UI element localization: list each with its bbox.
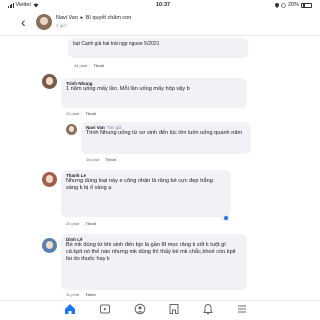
signal-icon xyxy=(8,3,14,8)
comment-text: 1 năm uống mấy lần. Mỗi lần uống mấy hộp… xyxy=(66,86,190,92)
menu-icon[interactable] xyxy=(236,303,248,315)
post-subtitle: 2 giờ · xyxy=(56,23,69,28)
header-title[interactable]: Navi Van ▸ Bí quyết chăm con xyxy=(56,15,131,21)
reaction-like-icon[interactable] xyxy=(222,214,229,221)
like-button[interactable]: Thích xyxy=(93,63,104,68)
avatar[interactable] xyxy=(42,172,57,187)
comment-bubble[interactable]: Thanh Le Nhưng dùng loại này e công nhận… xyxy=(61,170,231,217)
comment-bubble[interactable]: Navi Van Tác giả Trinh Nhung uống từ sơ s… xyxy=(81,122,251,154)
comment-text: Trinh Nhung uống từ sơ sinh đến lúc lớn … xyxy=(86,130,243,136)
notifications-icon[interactable] xyxy=(202,303,214,315)
status-bar: Viettel 10:37 20% xyxy=(8,0,312,10)
comment-bubble[interactable]: bạt Cạnh giá hai trái ngp nguoe 5/2021 xyxy=(68,38,248,58)
comment-text: Nhưng dùng loại này e công nhận là răng … xyxy=(66,178,213,192)
like-button[interactable]: Thích xyxy=(85,292,96,297)
comment-meta: 22 phút Thích xyxy=(66,111,96,116)
page-name[interactable]: Navi Van xyxy=(56,15,78,21)
avatar[interactable] xyxy=(42,74,57,89)
profile-icon[interactable] xyxy=(134,303,146,315)
carrier-label: Viettel xyxy=(15,2,31,8)
comment-text: bạt Cạnh giá hai trái ngp nguoe 5/2021 xyxy=(73,41,160,47)
comment-time: 22 phút xyxy=(66,111,80,116)
like-button[interactable]: Thích xyxy=(85,221,96,226)
comment-time: 44 phút xyxy=(74,63,88,68)
post-title[interactable]: Bí quyết chăm con xyxy=(86,15,132,21)
home-icon[interactable] xyxy=(64,303,76,315)
clock: 10:37 xyxy=(156,2,171,8)
battery-percent: 20% xyxy=(287,2,299,8)
bottom-nav xyxy=(0,300,320,320)
back-arrow-icon[interactable]: ‹ xyxy=(21,15,26,29)
comment-bubble[interactable]: Trinh Nhung 1 năm uống mấy lần. Mỗi lần … xyxy=(61,78,247,108)
battery-icon xyxy=(301,2,312,8)
comment-meta: 18 phút Thích xyxy=(86,157,116,162)
comment-time: 11 phút xyxy=(66,292,80,297)
globe-icon: · xyxy=(67,23,69,28)
location-icon xyxy=(274,2,279,8)
wifi-icon xyxy=(33,2,39,8)
comment-time: 20 phút xyxy=(66,221,80,226)
post-header: ‹ Navi Van ▸ Bí quyết chăm con 2 giờ · xyxy=(0,10,320,36)
page-avatar[interactable] xyxy=(36,14,52,30)
avatar[interactable] xyxy=(42,238,57,253)
status-right: 20% xyxy=(274,2,312,8)
comment-meta: 44 phút Thích xyxy=(74,63,104,68)
post-time: 2 giờ xyxy=(56,23,67,28)
comment-meta: 20 phút Thích xyxy=(66,221,96,226)
watch-icon[interactable] xyxy=(99,303,111,315)
comment-text: Bé mk dùng từ khi sinh đến bjo là gần 8t… xyxy=(66,242,236,263)
marketplace-icon[interactable] xyxy=(168,303,180,315)
like-button[interactable]: Thích xyxy=(85,111,96,116)
comment-bubble[interactable]: Dinh Lê Bé mk dùng từ khi sinh đến bjo l… xyxy=(61,234,247,290)
avatar[interactable] xyxy=(66,124,77,135)
comment-time: 18 phút xyxy=(86,157,100,162)
status-left: Viettel xyxy=(8,2,39,8)
comment-meta: 11 phút Thích xyxy=(66,292,96,297)
arrow-right-icon: ▸ xyxy=(80,15,84,21)
like-button[interactable]: Thích xyxy=(105,157,116,162)
alarm-icon xyxy=(281,2,286,8)
